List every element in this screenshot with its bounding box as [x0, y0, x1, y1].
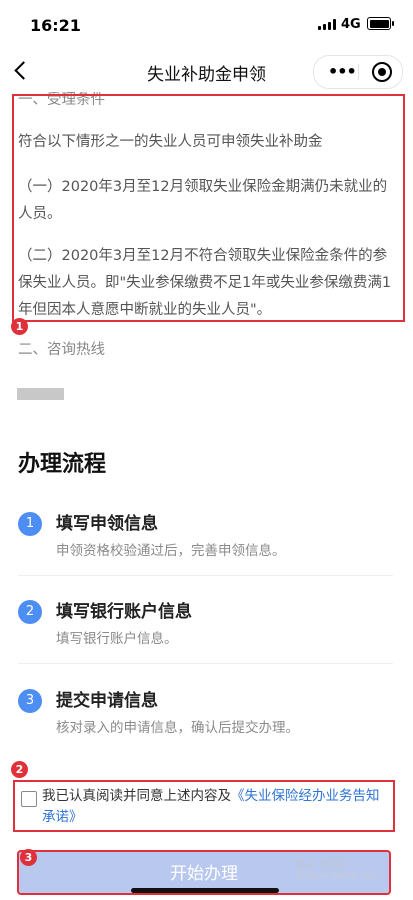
step-title: 填写申领信息 — [56, 514, 158, 534]
network-type: 4G — [341, 17, 361, 32]
miniapp-capsule: ••• — [313, 55, 403, 89]
capsule-divider — [358, 64, 359, 80]
status-time: 16:21 — [30, 16, 81, 35]
target-circle-icon[interactable] — [372, 62, 392, 82]
process-step: 3 提交申请信息 核对录入的申请信息，确认后提交办理。 — [18, 689, 393, 777]
step-desc: 申领资格校验通过后，完善申领信息。 — [56, 543, 286, 559]
signal-icon — [318, 19, 336, 30]
process-step: 1 填写申领信息 申领资格校验通过后，完善申领信息。 — [18, 512, 393, 600]
watermark-url: jingyan.baidu.com — [296, 871, 380, 881]
step-title: 填写银行账户信息 — [56, 602, 192, 622]
hotline-heading: 二、咨询热线 — [18, 342, 105, 358]
more-dots-icon[interactable]: ••• — [328, 64, 357, 80]
annotation-marker-2: 2 — [11, 761, 28, 778]
annotation-box-1 — [12, 94, 405, 322]
agreement-box: 我已认真阅读并同意上述内容及《失业保险经办业务告知承诺》 — [13, 780, 395, 832]
annotation-marker-1: 1 — [11, 318, 28, 335]
process-title: 办理流程 — [18, 452, 107, 477]
divider — [18, 663, 393, 664]
step-number: 1 — [18, 512, 42, 536]
home-indicator — [131, 888, 279, 893]
divider — [18, 575, 393, 576]
annotation-marker-3: 3 — [20, 849, 37, 866]
process-step: 2 填写银行账户信息 填写银行账户信息。 — [18, 600, 393, 688]
step-number: 3 — [18, 689, 42, 713]
nav-bar: 失业补助金申领 ••• — [0, 50, 413, 92]
step-number: 2 — [18, 600, 42, 624]
agreement-label: 我已认真阅读并同意上述内容及 — [42, 788, 231, 804]
status-bar: 16:21 4G — [0, 0, 413, 50]
main-content[interactable]: 一、受理条件 符合以下情形之一的失业人员可申领失业补助金 （一）2020年3月至… — [0, 92, 413, 900]
agreement-checkbox[interactable] — [21, 791, 37, 807]
baidu-watermark: Bai 经验 jingyan.baidu.com — [296, 854, 379, 881]
agreement-text: 我已认真阅读并同意上述内容及《失业保险经办业务告知承诺》 — [42, 786, 387, 828]
step-title: 提交申请信息 — [56, 691, 158, 711]
battery-icon — [367, 17, 394, 30]
step-desc: 核对录入的申请信息，确认后提交办理。 — [56, 720, 299, 736]
hotline-redacted — [17, 388, 64, 400]
step-desc: 填写银行账户信息。 — [56, 631, 178, 647]
